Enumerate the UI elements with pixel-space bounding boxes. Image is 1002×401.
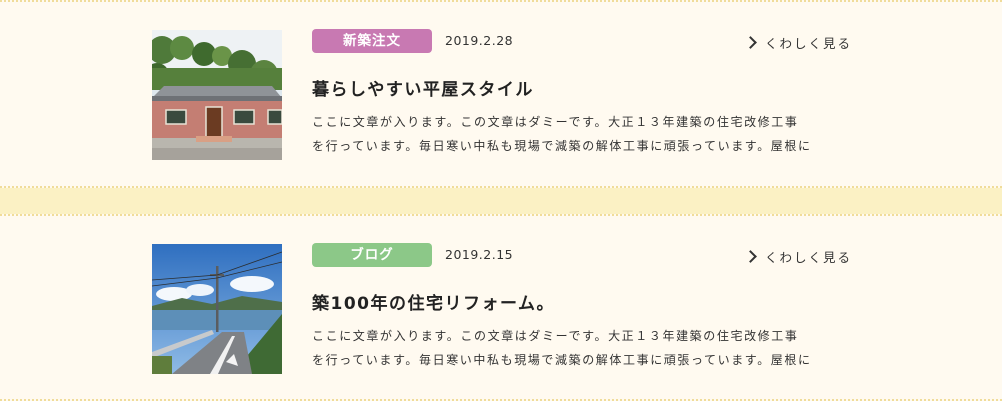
read-more-label: くわしく見る (765, 250, 853, 265)
post-card: 新築注文 2019.2.28 くわしく見る 暮らしやすい平屋スタイル ここに文章… (0, 0, 1002, 188)
post-date: 2019.2.28 (445, 33, 514, 48)
category-badge: 新築注文 (312, 29, 432, 53)
post-card: ブログ 2019.2.15 くわしく見る 築100年の住宅リフォーム。 ここに文… (0, 214, 1002, 401)
post-excerpt: ここに文章が入ります。この文章はダミーです。大正１３年建築の住宅改修工事 を行っ… (312, 324, 860, 372)
chevron-right-icon (744, 250, 757, 263)
read-more-label: くわしく見る (765, 36, 853, 51)
chevron-right-icon (744, 36, 757, 49)
excerpt-line: ここに文章が入ります。この文章はダミーです。大正１３年建築の住宅改修工事 (312, 329, 799, 343)
post-excerpt: ここに文章が入ります。この文章はダミーです。大正１３年建築の住宅改修工事 を行っ… (312, 110, 860, 158)
excerpt-line: を行っています。毎日寒い中私も現場で減築の解体工事に頑張っています。屋根に (312, 353, 812, 367)
category-badge: ブログ (312, 243, 432, 267)
read-more-link[interactable]: くわしく見る (744, 247, 852, 266)
post-thumbnail-house[interactable] (152, 30, 282, 160)
post-title[interactable]: 暮らしやすい平屋スタイル (312, 75, 534, 100)
excerpt-line: ここに文章が入ります。この文章はダミーです。大正１３年建築の住宅改修工事 (312, 115, 799, 129)
post-date: 2019.2.15 (445, 247, 514, 262)
post-title[interactable]: 築100年の住宅リフォーム。 (312, 289, 555, 314)
post-thumbnail-road[interactable] (152, 244, 282, 374)
excerpt-line: を行っています。毎日寒い中私も現場で減築の解体工事に頑張っています。屋根に (312, 139, 812, 153)
read-more-link[interactable]: くわしく見る (744, 33, 852, 52)
